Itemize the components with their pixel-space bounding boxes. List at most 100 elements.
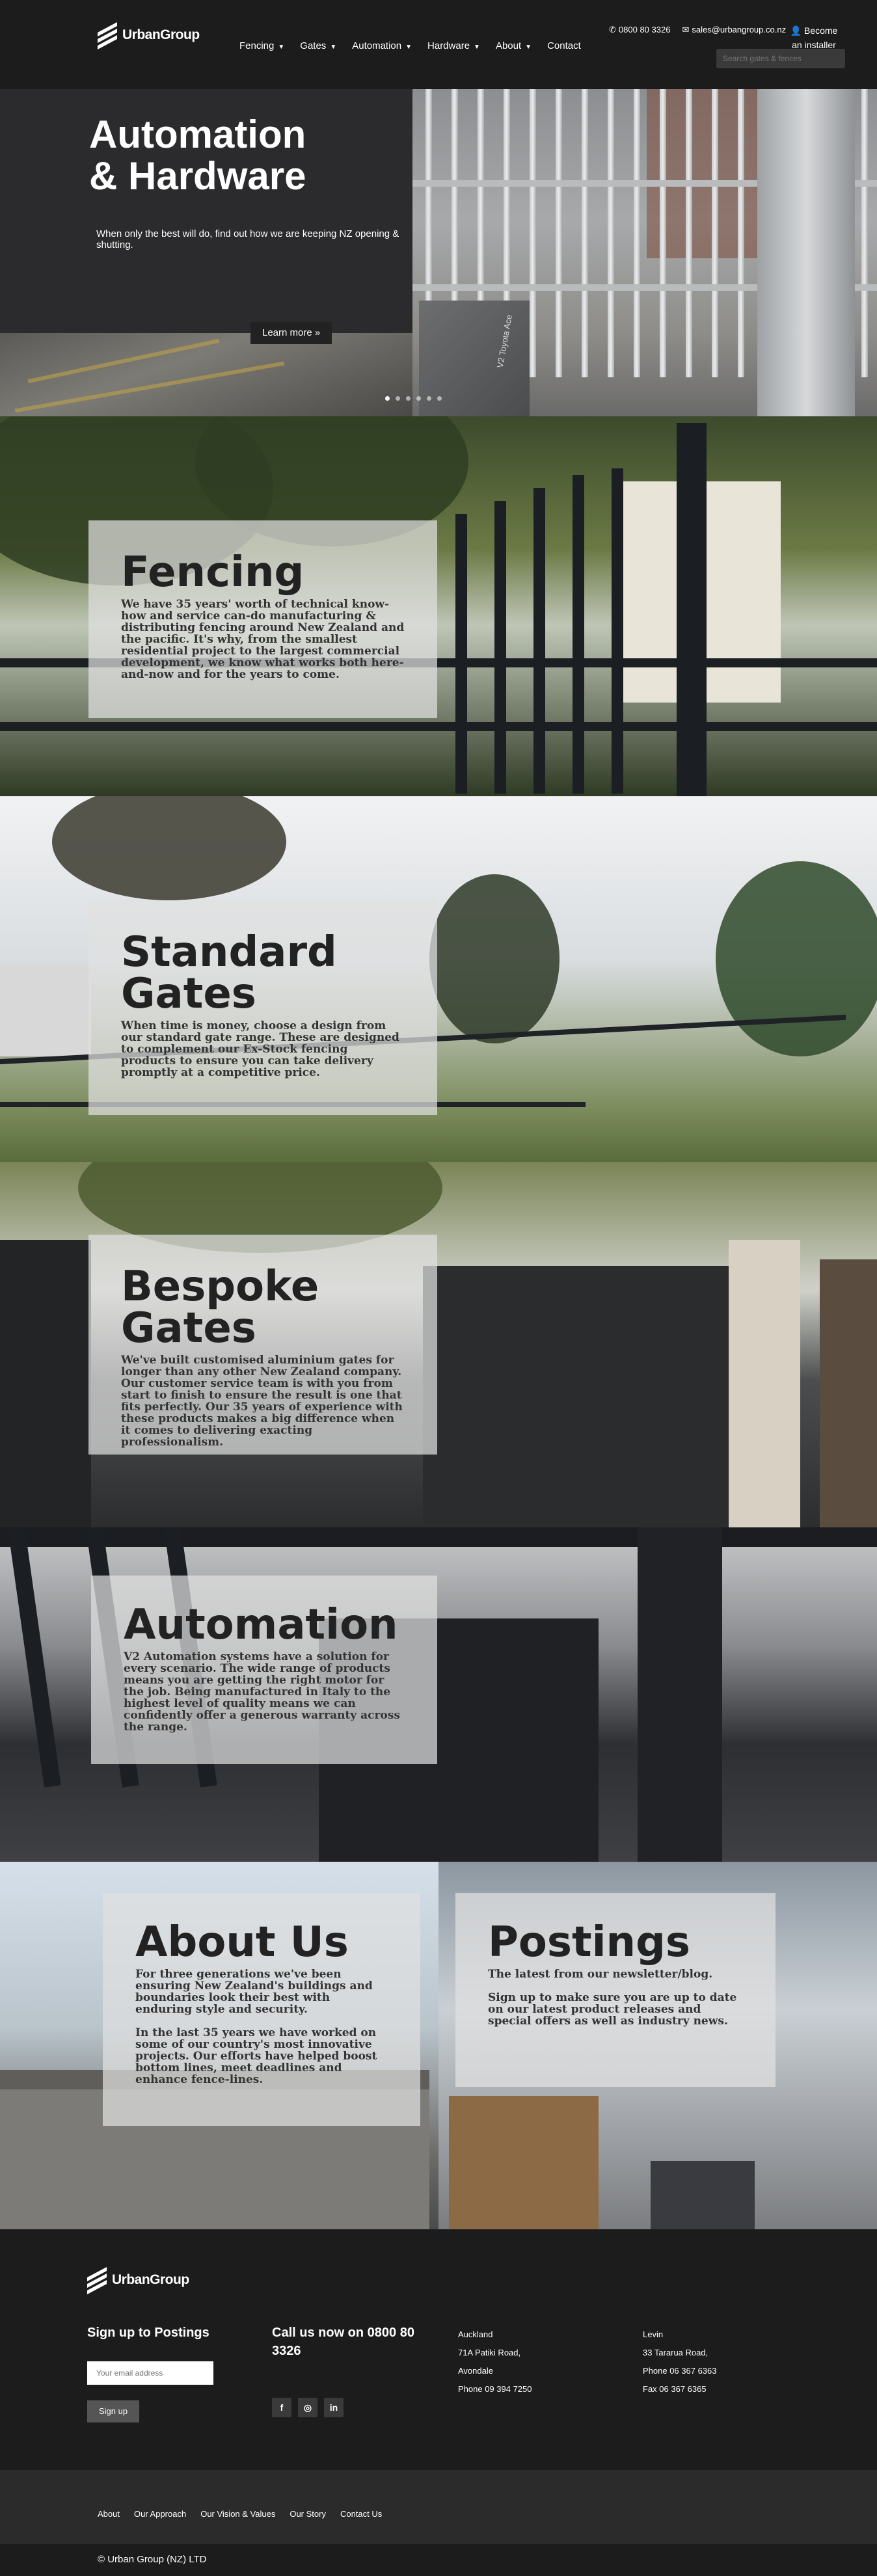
footer-signup: Sign up to Postings Sign up bbox=[87, 2324, 230, 2422]
nav-item-hardware[interactable]: Hardware ▼ bbox=[427, 40, 480, 51]
phone-link[interactable]: ✆ 0800 80 3326 bbox=[609, 25, 670, 35]
footer-nav: About Our Approach Our Vision & Values O… bbox=[98, 2509, 382, 2519]
social-links: f ◎ in bbox=[272, 2398, 415, 2417]
nav-item-contact[interactable]: Contact bbox=[547, 40, 581, 51]
section-title: Automation bbox=[124, 1601, 398, 1649]
section-body: We've built customised aluminium gates f… bbox=[121, 1354, 403, 1449]
nav-item-about[interactable]: About ▼ bbox=[496, 40, 532, 51]
linkedin-icon[interactable]: in bbox=[324, 2398, 344, 2417]
site-logo[interactable]: UrbanGroup bbox=[98, 22, 200, 49]
signup-button[interactable]: Sign up bbox=[87, 2400, 140, 2422]
standard-gates-card[interactable]: Standard Gates When time is money, choose… bbox=[88, 900, 437, 1115]
site-footer: UrbanGroup Sign up to Postings Sign up C… bbox=[0, 2229, 877, 2470]
slider-dot[interactable] bbox=[427, 396, 431, 401]
footer-call: Call us now on 0800 80 3326 f ◎ in bbox=[272, 2324, 415, 2417]
about-us-card[interactable]: About Us For three generations we've bee… bbox=[103, 1893, 420, 2126]
address-line: 33 Tararua Road, bbox=[643, 2348, 708, 2357]
hero-title: Automation & Hardware bbox=[89, 113, 306, 198]
logo-text: UrbanGroup bbox=[122, 27, 200, 42]
nav-item-gates[interactable]: Gates ▼ bbox=[300, 40, 336, 51]
signup-heading: Sign up to Postings bbox=[87, 2326, 209, 2340]
site-header: UrbanGroup Fencing ▼ Gates ▼ Automation ▼ H… bbox=[0, 0, 877, 89]
footer-auckland: Auckland 71A Patiki Road, Avondale Phone… bbox=[458, 2326, 532, 2398]
search-input[interactable] bbox=[716, 49, 845, 68]
section-fencing: Fencing We have 35 years' worth of techn… bbox=[0, 416, 877, 796]
footer-logo[interactable]: UrbanGroup bbox=[87, 2267, 189, 2294]
footer-links-bar: About Our Approach Our Vision & Values O… bbox=[0, 2470, 877, 2544]
section-body: In the last 35 years we have worked on s… bbox=[135, 2026, 377, 2086]
footer-levin: Levin 33 Tararua Road, Phone 06 367 6363… bbox=[643, 2326, 717, 2398]
nav-label: Automation bbox=[352, 40, 402, 51]
section-body: For three generations we've been ensurin… bbox=[135, 1968, 373, 2016]
slider-dot[interactable] bbox=[385, 396, 390, 401]
section-standard-gates: Standard Gates When time is money, choose… bbox=[0, 796, 877, 1162]
email-link[interactable]: ✉ sales@urbangroup.co.nz bbox=[682, 25, 786, 35]
section-title: About Us bbox=[135, 1918, 349, 1966]
contact-topbar: ✆ 0800 80 3326 ✉ sales@urbangroup.co.nz bbox=[609, 25, 786, 35]
section-body: V2 Automation systems have a solution fo… bbox=[124, 1650, 400, 1734]
mail-icon: ✉ bbox=[682, 25, 690, 34]
main-nav: Fencing ▼ Gates ▼ Automation ▼ Hardware ▼ Ab… bbox=[239, 40, 597, 51]
section-bespoke-gates: Bespoke Gates We've built customised alum… bbox=[0, 1162, 877, 1527]
facebook-icon[interactable]: f bbox=[272, 2398, 291, 2417]
footer-email-input[interactable] bbox=[87, 2361, 213, 2385]
city-name: Auckland bbox=[458, 2329, 493, 2339]
bespoke-gates-card[interactable]: Bespoke Gates We've built customised alum… bbox=[88, 1235, 437, 1455]
address-line: Avondale bbox=[458, 2366, 493, 2376]
section-body: When time is money, choose a design from… bbox=[121, 1019, 399, 1079]
section-body: Sign up to make sure you are up to date … bbox=[488, 1991, 737, 2028]
footer-link-vision[interactable]: Our Vision & Values bbox=[200, 2509, 275, 2519]
footer-link-about[interactable]: About bbox=[98, 2509, 120, 2519]
fencing-card[interactable]: Fencing We have 35 years' worth of techn… bbox=[88, 520, 437, 718]
slider-dot[interactable] bbox=[437, 396, 442, 401]
become-installer-link[interactable]: 👤 Become an installer bbox=[785, 23, 843, 52]
logo-mark-icon bbox=[98, 22, 118, 49]
nav-label: Gates bbox=[300, 40, 327, 51]
chevron-down-icon: ▼ bbox=[330, 44, 337, 51]
chevron-down-icon: ▼ bbox=[405, 44, 412, 51]
nav-label: About bbox=[495, 40, 522, 51]
copyright-bar: © Urban Group (NZ) LTD bbox=[0, 2544, 877, 2576]
section-body: The latest from our newsletter/blog. bbox=[488, 1968, 713, 1981]
section-body: We have 35 years' worth of technical kno… bbox=[121, 598, 405, 681]
section-title: Standard Gates bbox=[121, 928, 337, 1018]
phone-number[interactable]: Phone 06 367 6363 bbox=[643, 2362, 717, 2380]
call-heading: Call us now on 0800 80 3326 bbox=[272, 2326, 414, 2358]
nav-item-fencing[interactable]: Fencing ▼ bbox=[239, 40, 284, 51]
hero-image-track bbox=[0, 333, 412, 416]
hero-image-gate-motor: V2 Toyota Ace bbox=[412, 89, 877, 416]
instagram-icon[interactable]: ◎ bbox=[298, 2398, 317, 2417]
phone-icon: ✆ bbox=[609, 25, 616, 34]
chevron-down-icon: ▼ bbox=[278, 44, 285, 51]
logo-text: UrbanGroup bbox=[112, 2272, 189, 2287]
footer-link-contact[interactable]: Contact Us bbox=[340, 2509, 382, 2519]
section-title: Postings bbox=[488, 1918, 690, 1966]
section-title: Fencing bbox=[121, 548, 304, 597]
address-line: 71A Patiki Road, bbox=[458, 2348, 521, 2357]
chevron-down-icon: ▼ bbox=[525, 44, 532, 51]
phone-number[interactable]: Phone 09 394 7250 bbox=[458, 2380, 532, 2398]
learn-more-button[interactable]: Learn more » bbox=[250, 322, 332, 344]
section-title: Bespoke Gates bbox=[121, 1263, 319, 1352]
nav-label: Fencing bbox=[239, 40, 275, 51]
slider-dot[interactable] bbox=[416, 396, 421, 401]
slider-dot[interactable] bbox=[406, 396, 411, 401]
slider-dots bbox=[385, 396, 442, 401]
chevron-down-icon: ▼ bbox=[474, 44, 480, 51]
nav-item-automation[interactable]: Automation ▼ bbox=[352, 40, 412, 51]
automation-card[interactable]: Automation V2 Automation systems have a … bbox=[91, 1576, 437, 1764]
fax-number: Fax 06 367 6365 bbox=[643, 2384, 707, 2394]
hero-subtitle: When only the best will do, find out how… bbox=[96, 228, 399, 250]
slider-dot[interactable] bbox=[396, 396, 400, 401]
nav-label: Contact bbox=[547, 40, 581, 51]
footer-link-story[interactable]: Our Story bbox=[290, 2509, 326, 2519]
section-about-postings: About Us For three generations we've bee… bbox=[0, 1862, 877, 2229]
city-name: Levin bbox=[643, 2329, 664, 2339]
hero-slider: V2 Toyota Ace Automation & Hardware When… bbox=[0, 89, 877, 416]
postings-card[interactable]: Postings The latest from our newsletter/… bbox=[455, 1893, 776, 2087]
footer-link-approach[interactable]: Our Approach bbox=[134, 2509, 186, 2519]
logo-mark-icon bbox=[87, 2267, 108, 2294]
nav-label: Hardware bbox=[427, 40, 470, 51]
chevron-right-double-icon: » bbox=[314, 327, 321, 338]
installer-icon: 👤 bbox=[790, 25, 802, 36]
